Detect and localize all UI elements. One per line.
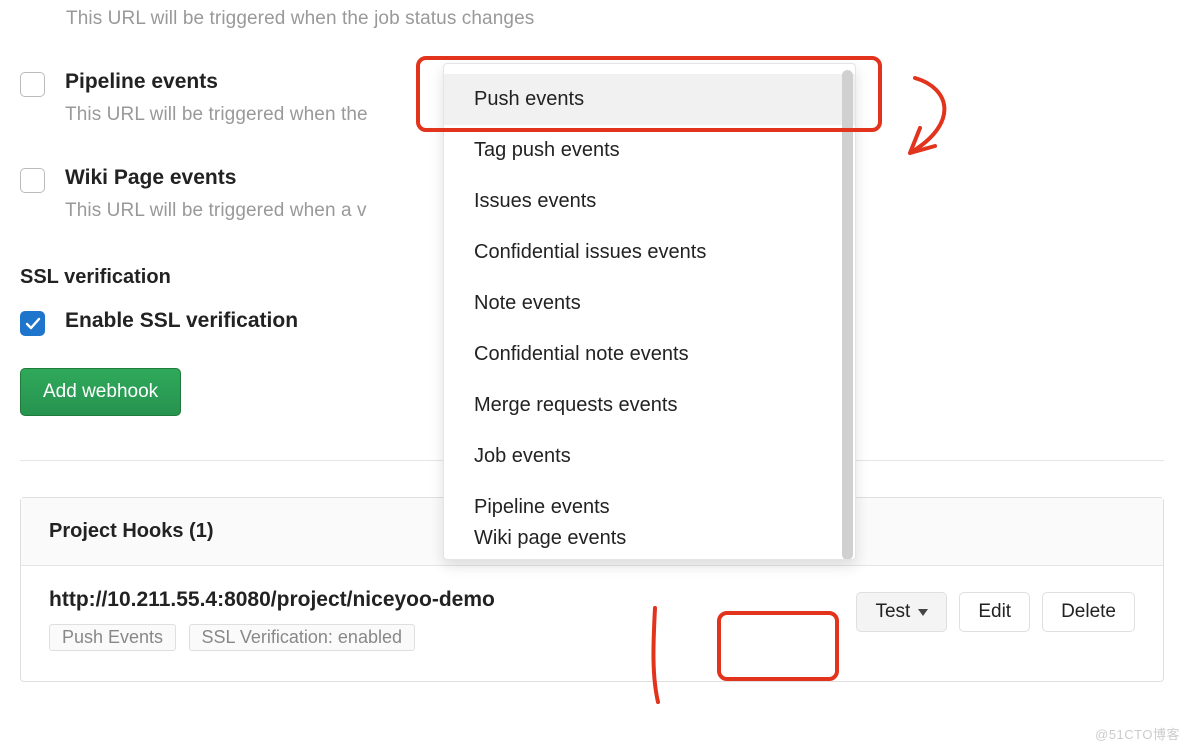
add-webhook-button[interactable]: Add webhook <box>20 368 181 416</box>
badge-push-events: Push Events <box>49 624 176 651</box>
wiki-events-label: Wiki Page events <box>65 166 367 190</box>
hook-badges: Push Events SSL Verification: enabled <box>49 624 495 651</box>
dropdown-item-wiki-page-events[interactable]: Wiki page events <box>444 527 855 551</box>
wiki-events-desc: This URL will be triggered when a v <box>65 200 367 222</box>
wiki-events-checkbox[interactable] <box>20 168 45 193</box>
job-event-desc: This URL will be triggered when the job … <box>66 8 1164 30</box>
enable-ssl-label: Enable SSL verification <box>65 309 298 333</box>
caret-down-icon <box>918 609 928 616</box>
badge-ssl-enabled: SSL Verification: enabled <box>189 624 415 651</box>
check-icon <box>25 316 41 332</box>
delete-button[interactable]: Delete <box>1042 592 1135 632</box>
edit-button[interactable]: Edit <box>959 592 1030 632</box>
dropdown-item-tag-push-events[interactable]: Tag push events <box>444 125 855 176</box>
watermark: @51CTO博客 <box>1095 724 1180 743</box>
enable-ssl-checkbox[interactable] <box>20 311 45 336</box>
dropdown-item-confidential-note-events[interactable]: Confidential note events <box>444 329 855 380</box>
dropdown-item-issues-events[interactable]: Issues events <box>444 176 855 227</box>
pipeline-events-checkbox[interactable] <box>20 72 45 97</box>
hook-actions: Test Edit Delete <box>856 592 1135 632</box>
dropdown-item-pipeline-events[interactable]: Pipeline events <box>444 482 855 533</box>
test-button-label: Test <box>875 601 910 623</box>
hook-url: http://10.211.55.4:8080/project/niceyoo-… <box>49 588 495 612</box>
test-button[interactable]: Test <box>856 592 947 632</box>
dropdown-item-job-events[interactable]: Job events <box>444 431 855 482</box>
dropdown-item-push-events[interactable]: Push events <box>444 74 855 125</box>
test-dropdown-menu: Push events Tag push events Issues event… <box>443 63 856 560</box>
pipeline-events-label: Pipeline events <box>65 70 368 94</box>
dropdown-item-merge-requests-events[interactable]: Merge requests events <box>444 380 855 431</box>
dropdown-scrollbar[interactable] <box>842 70 853 560</box>
pipeline-events-desc: This URL will be triggered when the <box>65 104 368 126</box>
dropdown-item-note-events[interactable]: Note events <box>444 278 855 329</box>
dropdown-item-confidential-issues-events[interactable]: Confidential issues events <box>444 227 855 278</box>
